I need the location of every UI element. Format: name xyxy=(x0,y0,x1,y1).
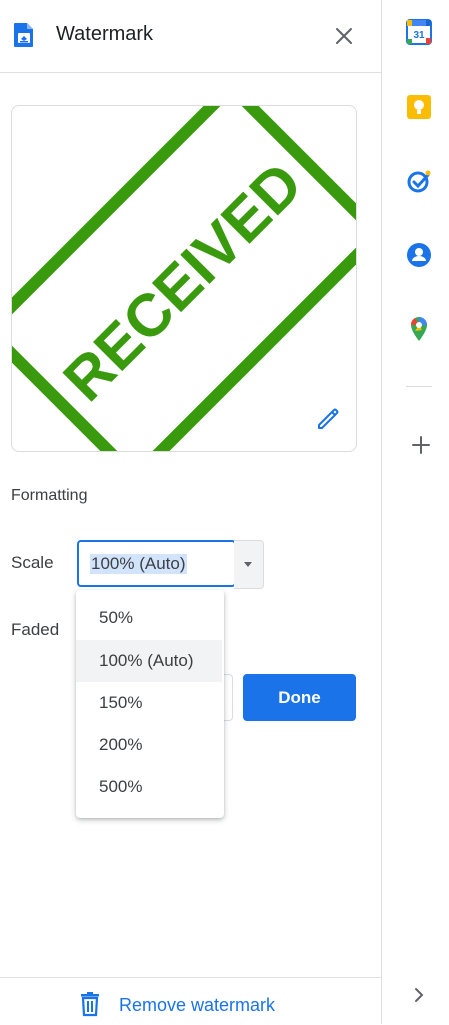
pencil-icon xyxy=(318,408,339,429)
calendar-icon[interactable]: 31 xyxy=(406,19,432,45)
scale-input[interactable]: 100% (Auto) xyxy=(77,540,236,587)
keep-icon[interactable] xyxy=(406,94,432,120)
stamp-graphic: RECEIVED xyxy=(12,106,356,451)
side-rail: 31 xyxy=(382,0,449,1024)
edit-watermark-button[interactable] xyxy=(314,404,342,432)
plus-icon[interactable] xyxy=(409,433,433,457)
scale-option-200[interactable]: 200% xyxy=(76,724,224,766)
scale-option-100-auto[interactable]: 100% (Auto) xyxy=(76,640,222,682)
option-label: 150% xyxy=(99,693,143,712)
calendar-day: 31 xyxy=(413,30,425,41)
panel-header: Watermark xyxy=(0,0,381,73)
chevron-right-icon[interactable] xyxy=(409,984,429,1006)
watermark-panel: Watermark RECEIVED Formatting Scale 100%… xyxy=(0,0,381,1024)
remove-watermark-button[interactable]: Remove watermark xyxy=(78,991,308,1019)
maps-icon[interactable] xyxy=(406,316,432,342)
watermark-text: RECEIVED xyxy=(51,150,315,414)
scale-option-500[interactable]: 500% xyxy=(76,766,224,808)
contacts-icon[interactable] xyxy=(406,242,432,268)
scale-value: 100% (Auto) xyxy=(90,554,187,574)
scale-dropdown-menu: 50% 100% (Auto) 150% 200% 500% xyxy=(76,590,224,818)
scale-select[interactable]: 100% (Auto) xyxy=(77,540,264,589)
scale-option-150[interactable]: 150% xyxy=(76,682,224,724)
close-icon xyxy=(336,28,352,44)
scale-dropdown-button[interactable] xyxy=(234,540,264,589)
done-button[interactable]: Done xyxy=(243,674,356,721)
chevron-down-icon xyxy=(244,562,252,567)
document-watermark-icon xyxy=(12,22,36,48)
remove-watermark-label: Remove watermark xyxy=(119,995,276,1015)
option-label: 200% xyxy=(99,735,143,754)
scale-label: Scale xyxy=(11,553,54,572)
tasks-icon[interactable] xyxy=(406,168,432,194)
rail-divider xyxy=(406,386,432,387)
panel-footer: Remove watermark xyxy=(0,977,381,1025)
trash-icon xyxy=(78,991,102,1017)
formatting-heading: Formatting xyxy=(11,487,88,504)
faded-label: Faded xyxy=(11,620,60,639)
close-button[interactable] xyxy=(330,22,358,50)
option-label: 500% xyxy=(99,777,143,796)
scale-option-50[interactable]: 50% xyxy=(76,597,224,639)
panel-title: Watermark xyxy=(56,23,154,45)
option-label: 100% (Auto) xyxy=(99,651,194,670)
option-label: 50% xyxy=(99,608,134,627)
watermark-preview[interactable]: RECEIVED xyxy=(11,105,357,452)
